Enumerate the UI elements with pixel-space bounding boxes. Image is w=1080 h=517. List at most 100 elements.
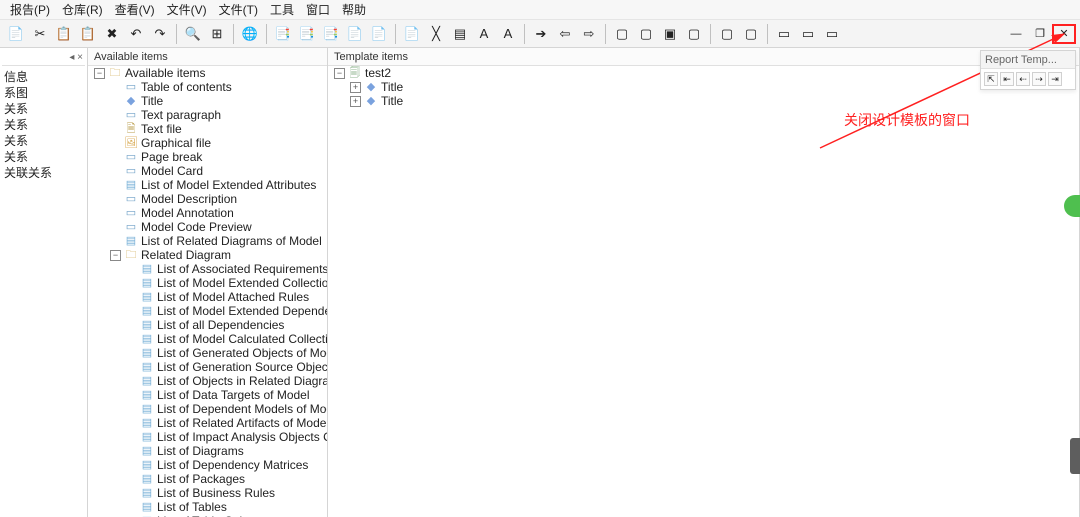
tree-node[interactable]: 🖼Graphical file [108,136,327,150]
tree-node[interactable]: ▭Page break [108,150,327,164]
toolbar-button[interactable]: ⊞ [206,23,228,45]
toolbar-button[interactable]: 📑 [320,23,342,45]
tree-node[interactable]: ▭Table of contents [108,80,327,94]
toolbar-button[interactable]: ▢ [635,23,657,45]
report-template-tool-window[interactable]: Report Temp... ⇱⇤⇠⇢⇥ [980,50,1076,90]
tree-node[interactable]: ▤List of Generation Source Objects of Mo… [124,360,327,374]
tree-node[interactable]: −🗀Related Diagram [108,248,327,262]
tree-node[interactable]: ▤List of Model Extended Attributes [108,178,327,192]
tree-node[interactable]: ▤List of Packages [124,472,327,486]
tree-node[interactable]: ▤List of Objects in Related Diagrams of … [124,374,327,388]
tree-node[interactable]: ▭Model Code Preview [108,220,327,234]
toolbar-button[interactable]: 🔍 [182,23,204,45]
tree-node[interactable]: ◆Title [108,94,327,108]
tree-node[interactable]: ▤List of Model Calculated Collections [124,332,327,346]
tree-node[interactable]: ▤List of Model Extended Collections [124,276,327,290]
toolbar-button[interactable]: A [497,23,519,45]
toolbar-button[interactable]: ↷ [149,23,171,45]
left-browser-item[interactable]: 信息 [2,69,85,85]
tree-node[interactable]: ▤List of Model Extended Dependencies [124,304,327,318]
tree-node[interactable]: ▤List of Business Rules [124,486,327,500]
window-minimize-button[interactable]: — [1004,24,1028,44]
tree-node[interactable]: +◆Title [348,80,1079,94]
template-items-tree[interactable]: −🗐test2+◆Title+◆Title [328,66,1079,517]
toolbar-button[interactable]: 📄 [368,23,390,45]
tree-node[interactable]: ▤List of Related Artifacts of Model [124,416,327,430]
tree-node[interactable]: ▭Model Annotation [108,206,327,220]
toolbar-button[interactable]: 📋 [77,23,99,45]
window-restore-button[interactable]: ❐ [1028,24,1052,44]
left-browser-item[interactable]: 关联关系 [2,165,85,181]
tree-node[interactable]: ▤List of Dependent Models of Model [124,402,327,416]
tree-node[interactable]: ▤List of Related Diagrams of Model [108,234,327,248]
tree-node[interactable]: ▭Model Card [108,164,327,178]
menu-item[interactable]: 文件(T) [213,0,264,19]
tree-node[interactable]: ▭Model Description [108,192,327,206]
toolbar-button[interactable]: 📋 [53,23,75,45]
tree-node[interactable]: ▤List of Model Attached Rules [124,290,327,304]
toolbar-button[interactable]: 📄 [344,23,366,45]
tree-node[interactable]: ▤List of Dependency Matrices [124,458,327,472]
tree-node[interactable]: ▤List of Tables [124,500,327,514]
tree-node[interactable]: +◆Title [348,94,1079,108]
toolbar-button[interactable]: ▣ [659,23,681,45]
window-close-button[interactable]: ✕ [1052,24,1076,44]
list-icon: ▤ [140,375,154,387]
menu-item[interactable]: 帮助 [336,0,372,19]
toolbar-button[interactable]: 🌐 [239,23,261,45]
toolbar-button[interactable]: ➔ [530,23,552,45]
tree-node[interactable]: −🗐test2 [332,66,1079,80]
tree-node[interactable]: ▤List of Generated Objects of Model [124,346,327,360]
tree-node[interactable]: ▤List of Associated Requirements of Mode… [124,262,327,276]
toolbar-button[interactable]: ╳ [425,23,447,45]
report-template-tool-button[interactable]: ⇤ [1000,72,1014,86]
left-browser-item[interactable]: 关系 [2,149,85,165]
report-template-tool-button[interactable]: ⇱ [984,72,998,86]
tree-toggle-icon[interactable]: − [110,250,121,261]
toolbar-button[interactable]: ▢ [716,23,738,45]
tree-node[interactable]: ▭Text paragraph [108,108,327,122]
toolbar-button[interactable]: ▢ [683,23,705,45]
toolbar-button[interactable]: ✂ [29,23,51,45]
tree-toggle-icon[interactable]: − [94,68,105,79]
toolbar-button[interactable]: ▭ [821,23,843,45]
tree-node[interactable]: ▤List of all Dependencies [124,318,327,332]
tree-node[interactable]: ▤List of Diagrams [124,444,327,458]
toolbar-button[interactable]: ▭ [797,23,819,45]
toolbar-button[interactable]: ⇨ [578,23,600,45]
left-browser-item[interactable]: 系图 [2,85,85,101]
menu-item[interactable]: 窗口 [300,0,336,19]
toolbar-button[interactable]: ▢ [740,23,762,45]
toolbar-button[interactable]: 📑 [272,23,294,45]
menu-item[interactable]: 工具 [264,0,300,19]
toolbar-button[interactable]: A [473,23,495,45]
available-items-tree[interactable]: −🗀Available items▭Table of contents◆Titl… [88,66,327,517]
toolbar-button[interactable]: ✖ [101,23,123,45]
toolbar-button[interactable]: ▤ [449,23,471,45]
toolbar-button[interactable]: ⇦ [554,23,576,45]
menu-item[interactable]: 查看(V) [109,0,161,19]
menu-item[interactable]: 仓库(R) [56,0,109,19]
toolbar-button[interactable]: 📄 [401,23,423,45]
menu-item[interactable]: 文件(V) [161,0,213,19]
toolbar-button[interactable]: 📑 [296,23,318,45]
report-template-tool-button[interactable]: ⇠ [1016,72,1030,86]
tree-toggle-icon[interactable]: + [350,96,361,107]
report-template-tool-button[interactable]: ⇢ [1032,72,1046,86]
toolbar-button[interactable]: ↶ [125,23,147,45]
tree-toggle-icon[interactable]: − [334,68,345,79]
left-browser-item[interactable]: 关系 [2,133,85,149]
menu-item[interactable]: 报告(P) [4,0,56,19]
left-browser-item[interactable]: 关系 [2,117,85,133]
tree-node[interactable]: ▤List of Impact Analysis Objects Collect… [124,430,327,444]
report-template-tool-button[interactable]: ⇥ [1048,72,1062,86]
tree-node[interactable]: −🗀Available items [92,66,327,80]
tree-node[interactable]: ▤List of Data Targets of Model [124,388,327,402]
tree-node[interactable]: 🗎Text file [108,122,327,136]
left-browser-close-icon[interactable]: ◂ × [69,52,83,63]
toolbar-button[interactable]: ▢ [611,23,633,45]
tree-toggle-icon[interactable]: + [350,82,361,93]
toolbar-button[interactable]: 📄 [5,23,27,45]
toolbar-button[interactable]: ▭ [773,23,795,45]
left-browser-item[interactable]: 关系 [2,101,85,117]
